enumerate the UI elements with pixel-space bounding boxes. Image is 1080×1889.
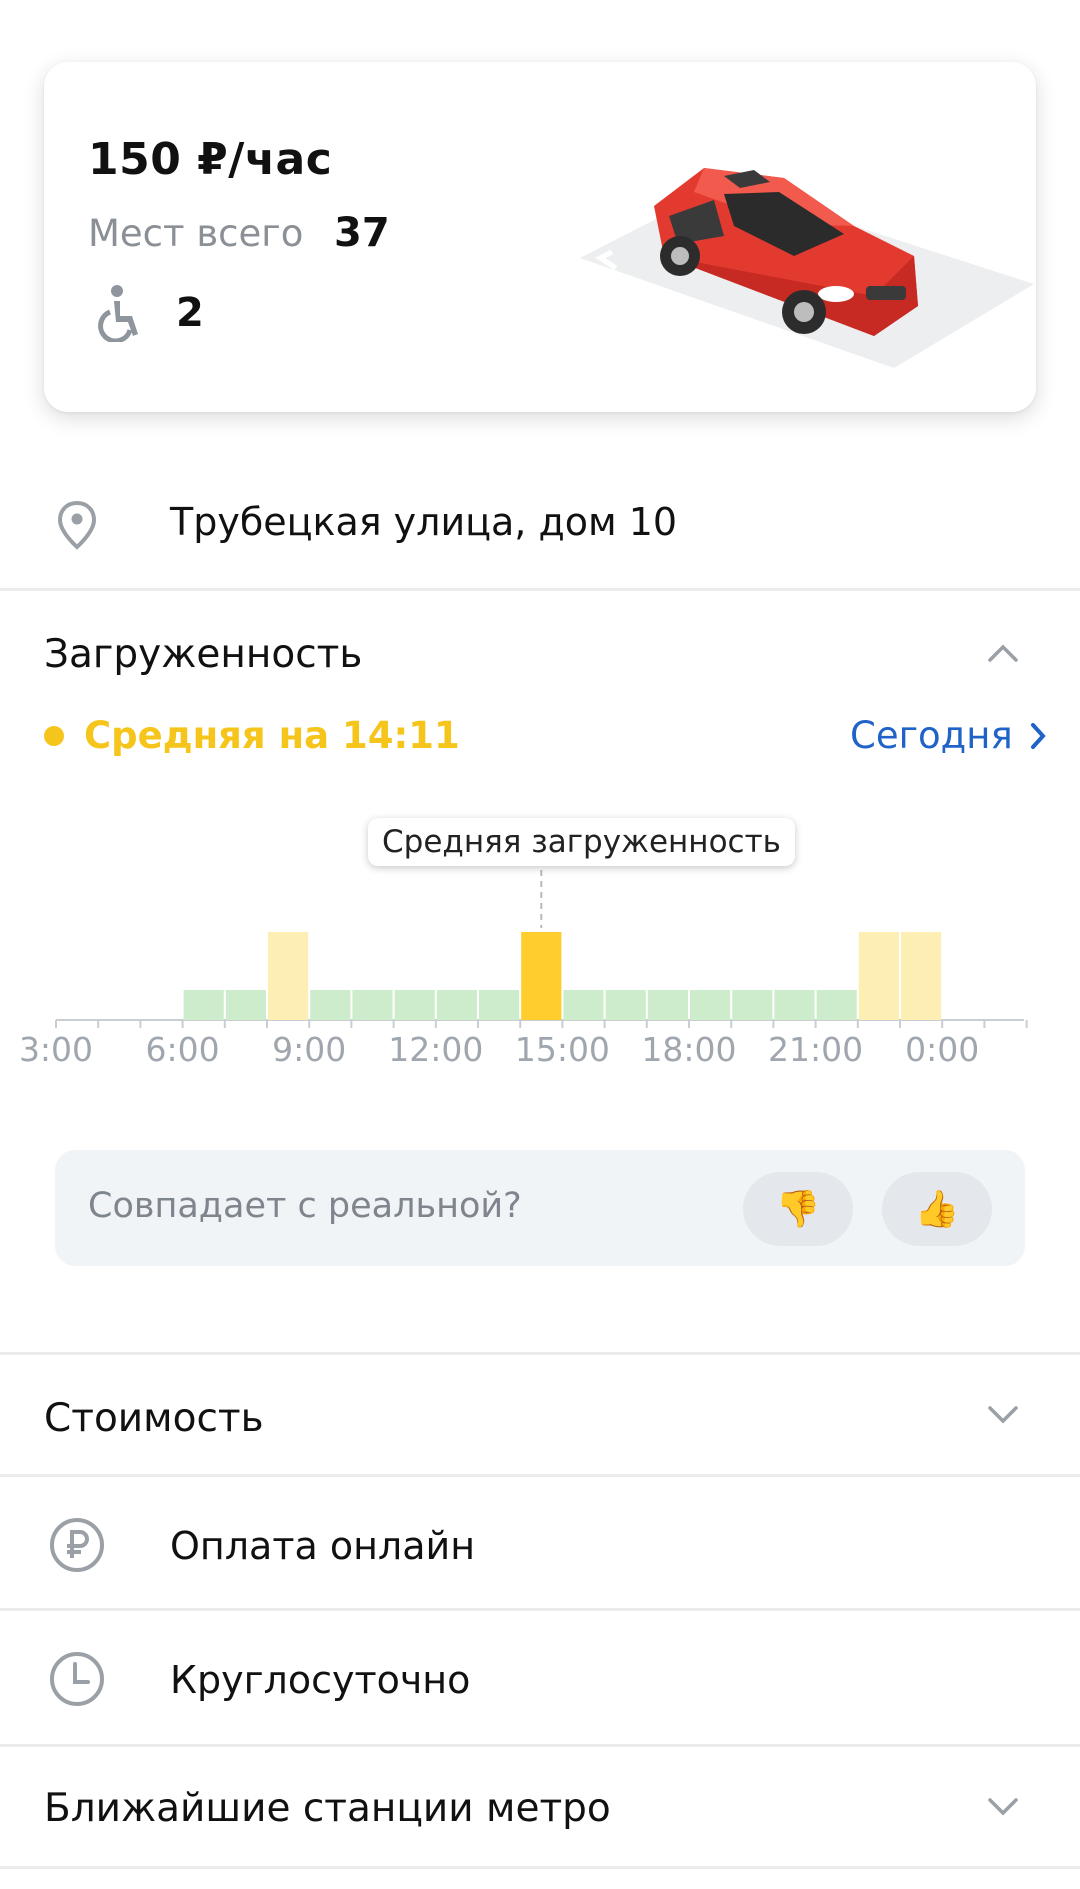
online-payment-row: Оплата онлайн	[170, 1524, 476, 1568]
chart-tick-label: 21:00	[768, 1030, 864, 1069]
chevron-down-icon[interactable]	[986, 1796, 1020, 1818]
chart-bar	[352, 990, 393, 1020]
today-link-label: Сегодня	[850, 714, 1013, 757]
chart-tick-label: 12:00	[388, 1030, 484, 1069]
chart-bar	[225, 990, 266, 1020]
ruble-icon	[50, 1518, 104, 1572]
metro-row[interactable]: Ближайшие станции метро	[44, 1786, 611, 1831]
divider	[0, 1474, 1080, 1477]
today-link[interactable]: Сегодня	[850, 714, 1047, 757]
wheelchair-icon	[98, 285, 138, 342]
feedback-question: Совпадает с реальной?	[88, 1186, 522, 1226]
hours-row: Круглосуточно	[170, 1658, 471, 1702]
spots-total-label: Мест всего	[88, 212, 304, 255]
chart-bar	[394, 990, 435, 1020]
chart-tick-label: 15:00	[514, 1030, 610, 1069]
price-per-hour: 150 ₽/час	[88, 134, 333, 185]
chart-bar	[647, 990, 688, 1020]
divider	[0, 1744, 1080, 1747]
parking-address: Трубецкая улица, дом 10	[170, 500, 678, 544]
like-button[interactable]: 👍	[882, 1172, 992, 1246]
chart-bar	[858, 932, 899, 1020]
chart-tick-label: 18:00	[641, 1030, 737, 1069]
load-section-title: Загруженность	[44, 632, 363, 677]
chevron-right-icon	[1030, 722, 1046, 749]
chart-bar	[436, 990, 477, 1020]
chart-bar	[479, 990, 520, 1020]
clock-icon	[50, 1652, 104, 1706]
load-status-dot	[44, 726, 64, 746]
chart-bar	[816, 990, 857, 1020]
cost-row[interactable]: Стоимость	[44, 1396, 264, 1441]
spots-total-value: 37	[334, 210, 390, 256]
chart-bar	[605, 990, 646, 1020]
chart-tick-label: 6:00	[145, 1030, 220, 1069]
chevron-down-icon[interactable]	[986, 1404, 1020, 1426]
chart-bar	[268, 932, 309, 1020]
chart-bar	[774, 990, 815, 1020]
load-status-text: Средняя на 14:11	[84, 714, 460, 757]
parking-card: 150 ₽/час Мест всего 37 2	[44, 62, 1036, 412]
chart-bar	[521, 932, 562, 1020]
chart-bar	[732, 990, 773, 1020]
chart-tooltip: Средняя загруженность	[368, 818, 795, 866]
chart-bar	[563, 990, 604, 1020]
chart-bar	[901, 932, 942, 1020]
chart-bar	[183, 990, 224, 1020]
disabled-spots-value: 2	[176, 290, 204, 336]
chart-bar	[310, 990, 351, 1020]
thumbs-down-icon: 👎	[775, 1189, 821, 1230]
car-illustration	[580, 168, 1034, 375]
divider	[0, 588, 1080, 591]
chart-tick-label: 9:00	[272, 1030, 347, 1069]
chart-tick-label: 3:00	[18, 1030, 94, 1069]
chart-bar	[690, 990, 731, 1020]
location-pin-icon	[57, 500, 97, 550]
divider	[0, 1352, 1080, 1355]
chart-tick-label: 0:00	[905, 1030, 980, 1069]
divider	[0, 1866, 1080, 1869]
dislike-button[interactable]: 👎	[743, 1172, 853, 1246]
divider	[0, 1608, 1080, 1611]
thumbs-up-icon: 👍	[914, 1189, 960, 1230]
chevron-up-icon[interactable]	[986, 642, 1020, 664]
